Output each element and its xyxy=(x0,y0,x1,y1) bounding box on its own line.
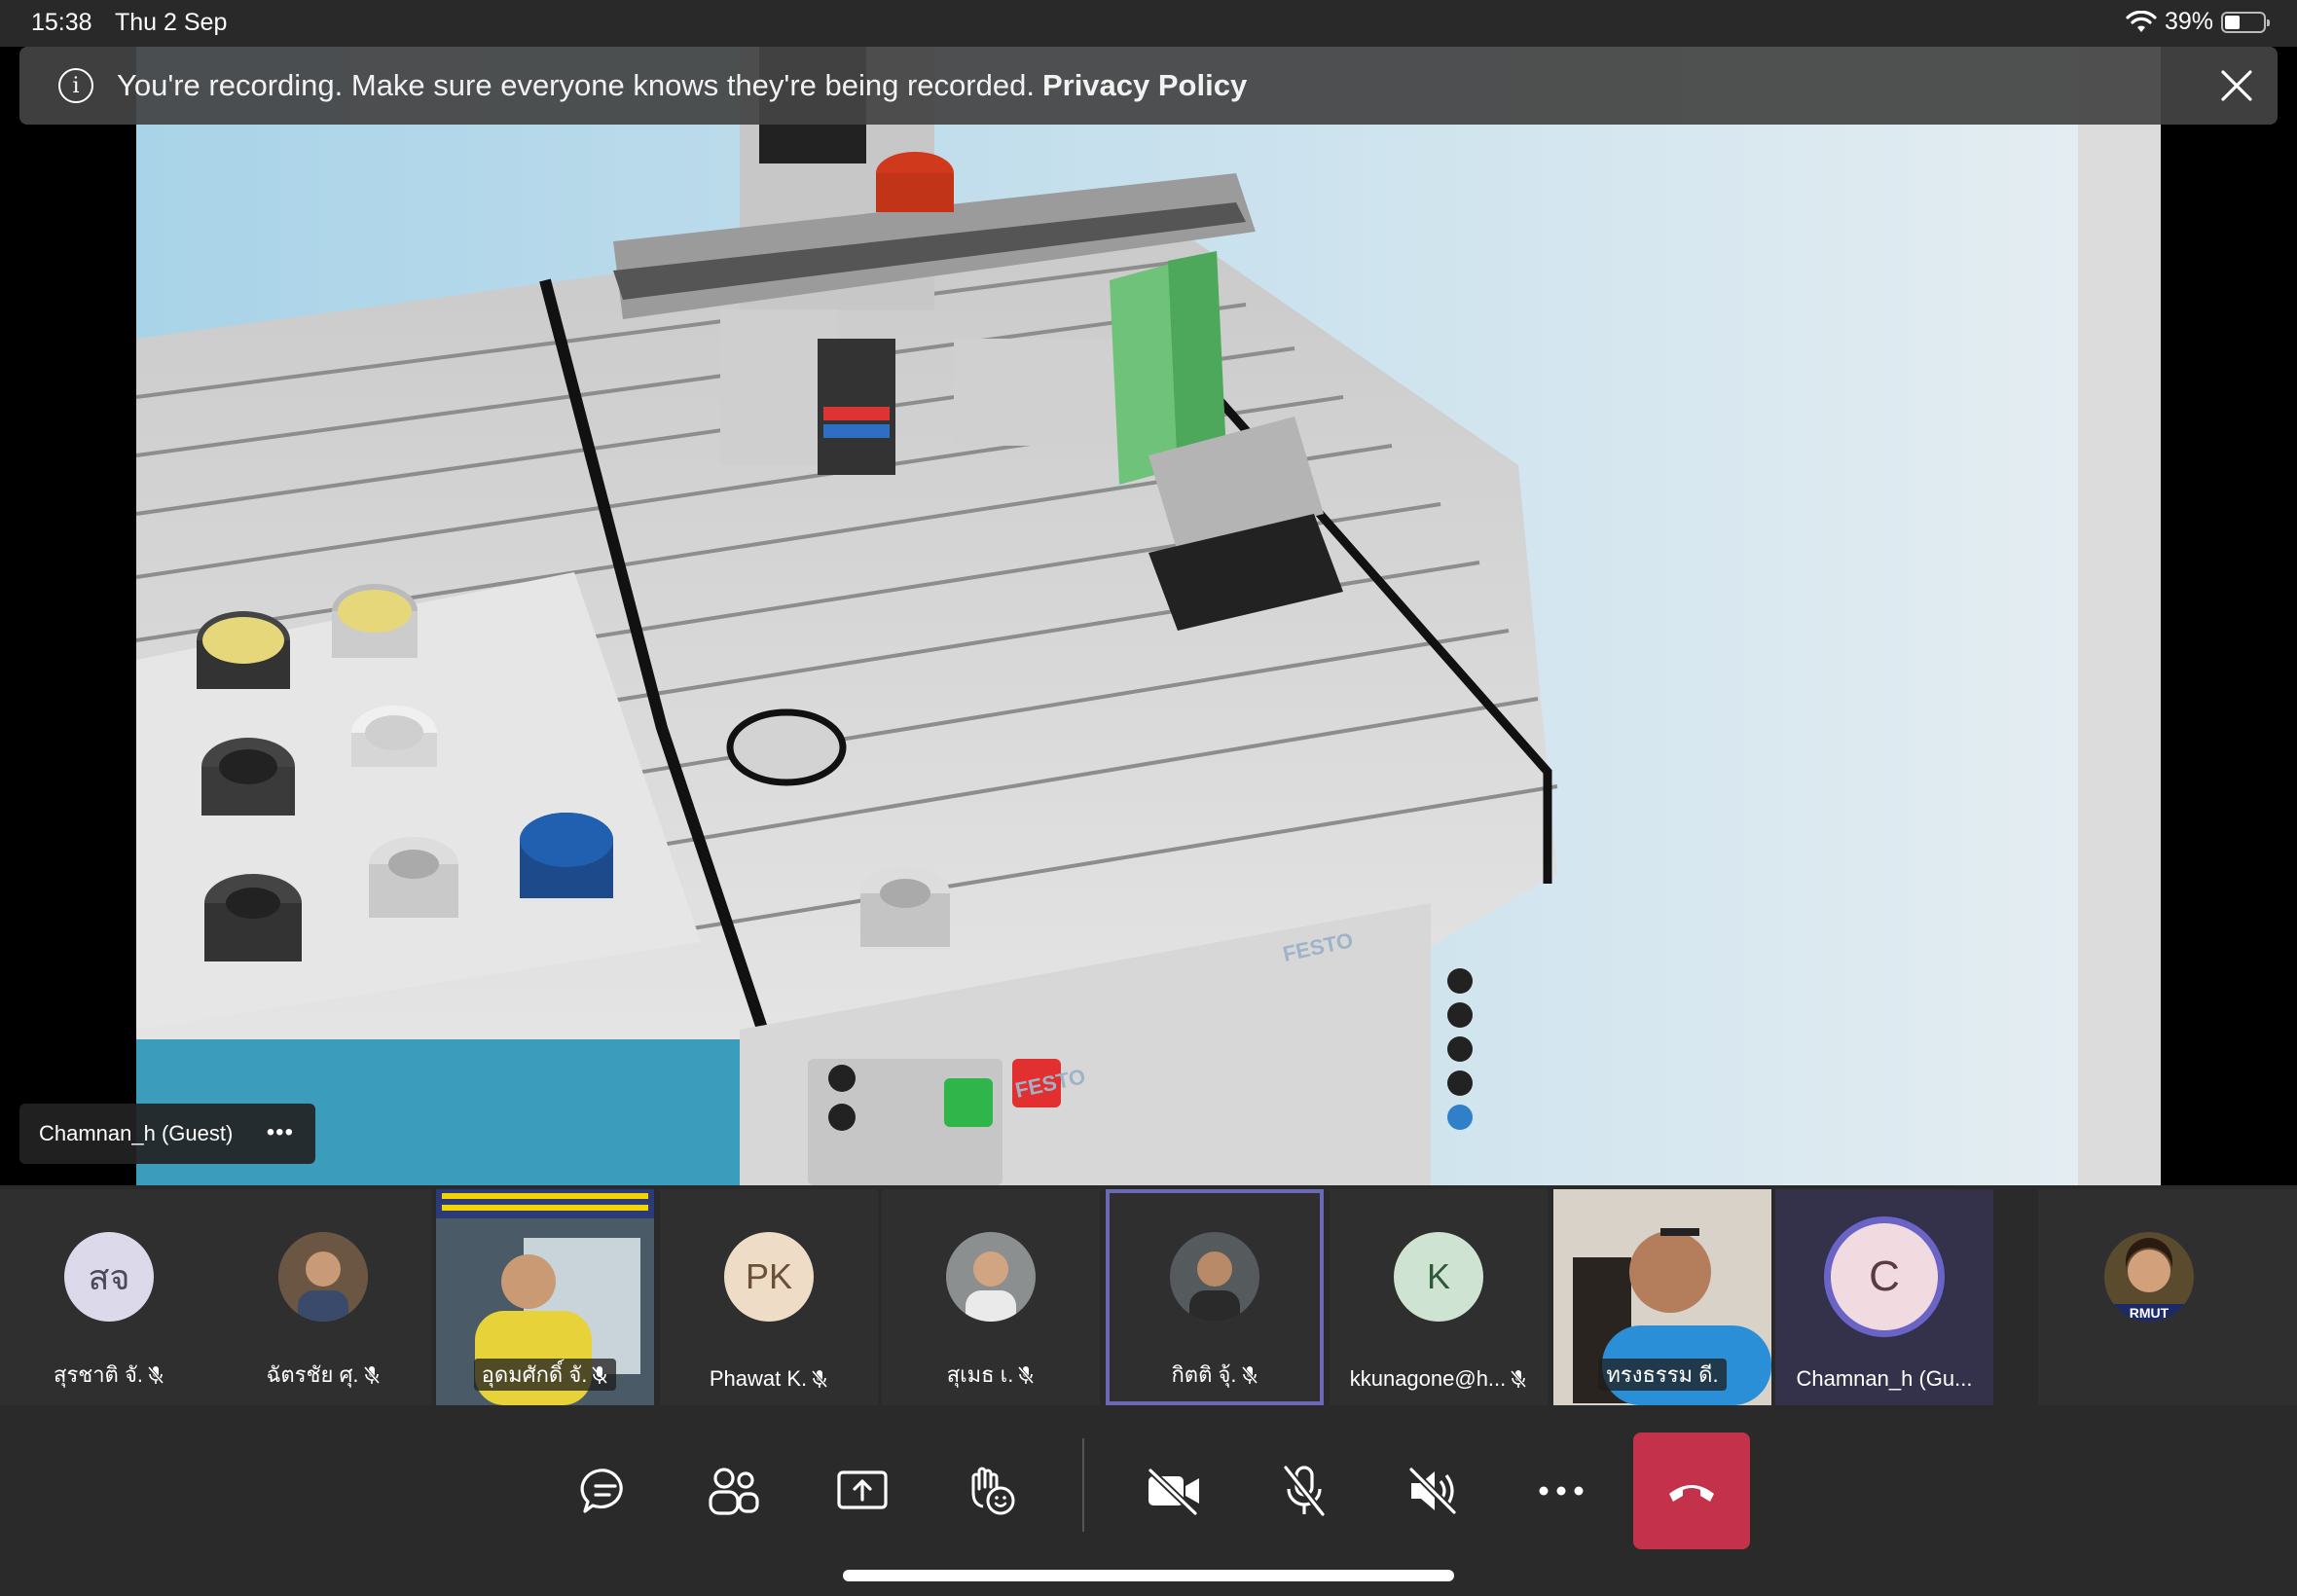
info-icon: i xyxy=(58,68,93,103)
participant-tile[interactable]: สจ สุรชาติ จั. xyxy=(0,1189,218,1405)
shared-screen-video[interactable]: FESTO FESTO xyxy=(136,47,2161,1185)
presenter-label: Chamnan_h (Guest) ••• xyxy=(19,1104,315,1164)
recording-text: You're recording. Make sure everyone kno… xyxy=(117,68,1035,102)
participant-name: อุดมศักดิ์ จั. xyxy=(436,1358,654,1392)
wifi-icon xyxy=(2126,10,2157,32)
participant-video-tile[interactable]: อุดมศักดิ์ จั. xyxy=(436,1189,654,1405)
home-indicator xyxy=(843,1570,1454,1581)
mic-off-icon xyxy=(1018,1366,1035,1384)
toolbar-divider xyxy=(1082,1438,1084,1532)
participant-tile[interactable]: สุเมธ เ. xyxy=(882,1189,1100,1405)
chat-icon xyxy=(580,1469,623,1513)
participant-tile[interactable]: RMUT xyxy=(2038,1189,2297,1405)
share-icon xyxy=(837,1470,888,1509)
shared-screen-stage: FESTO FESTO xyxy=(0,47,2297,1185)
battery-percent: 39% xyxy=(2164,8,2213,35)
mic-off-icon xyxy=(812,1370,828,1388)
rmut-badge: RMUT xyxy=(2130,1305,2169,1321)
status-time: 15:38 xyxy=(31,9,92,36)
battery-fill xyxy=(2225,15,2240,29)
participant-strip: สจ สุรชาติ จั. ฉัตรชัย ศุ. อุดมศักดิ์ จั… xyxy=(0,1185,2297,1409)
participant-photo: RMUT xyxy=(2104,1232,2194,1322)
participant-photo xyxy=(946,1232,1036,1322)
hang-up-icon xyxy=(1669,1485,1714,1502)
privacy-policy-link[interactable]: Privacy Policy xyxy=(1042,68,1247,102)
mic-off-icon xyxy=(1241,1366,1258,1384)
status-bar: 15:38 Thu 2 Sep 39% xyxy=(0,0,2297,47)
share-button[interactable] xyxy=(804,1433,921,1549)
camera-toggle-button[interactable] xyxy=(1115,1433,1232,1549)
raise-hand-icon xyxy=(971,1467,1015,1515)
participant-avatar: K xyxy=(1394,1232,1483,1322)
participant-avatar: สจ xyxy=(64,1232,154,1322)
reactions-button[interactable] xyxy=(932,1433,1049,1549)
presenter-more-button[interactable]: ••• xyxy=(267,1119,294,1146)
hang-up-button[interactable] xyxy=(1633,1433,1750,1549)
mic-toggle-button[interactable] xyxy=(1246,1433,1363,1549)
participant-tile-active[interactable]: กิตติ จุ้. xyxy=(1106,1189,1324,1405)
call-toolbar xyxy=(0,1409,2297,1596)
festo-simulation-view: FESTO FESTO xyxy=(136,47,2161,1185)
participant-name: Phawat K. xyxy=(660,1366,878,1392)
participant-photo xyxy=(1170,1232,1259,1322)
participant-tile-guest[interactable]: C Chamnan_h (Gu... xyxy=(1775,1189,1993,1405)
mic-off-icon xyxy=(592,1366,607,1384)
speaker-toggle-button[interactable] xyxy=(1374,1433,1491,1549)
status-right: 39% xyxy=(2126,8,2270,36)
participants-button[interactable] xyxy=(675,1433,792,1549)
participant-photo xyxy=(278,1232,368,1322)
participant-name: Chamnan_h (Gu... xyxy=(1796,1366,1973,1391)
banner-close-button[interactable] xyxy=(2211,60,2262,111)
mic-off-icon xyxy=(363,1366,380,1384)
participants-icon xyxy=(709,1468,759,1515)
speaker-off-icon xyxy=(1408,1467,1457,1515)
mic-off-icon xyxy=(1283,1465,1326,1517)
participant-name: kkunagone@h... xyxy=(1330,1366,1548,1392)
participant-name: ฉัตรชัย ศุ. xyxy=(214,1358,432,1392)
battery-icon xyxy=(2221,11,2270,33)
mic-off-icon xyxy=(147,1366,164,1384)
status-date: Thu 2 Sep xyxy=(115,9,228,36)
participant-avatar: PK xyxy=(724,1232,814,1322)
recording-message: You're recording. Make sure everyone kno… xyxy=(117,68,1247,103)
recording-banner: i You're recording. Make sure everyone k… xyxy=(19,47,2278,125)
close-icon xyxy=(2221,70,2252,101)
participant-tile[interactable]: PK Phawat K. xyxy=(660,1189,878,1405)
participant-video-tile[interactable]: ทรงธรรม ดี. xyxy=(1553,1189,1771,1405)
participant-tile[interactable]: K kkunagone@h... xyxy=(1330,1189,1548,1405)
participant-tile[interactable]: ฉัตรชัย ศุ. xyxy=(214,1189,432,1405)
camera-off-icon xyxy=(1148,1468,1199,1515)
participant-avatar: C xyxy=(1824,1216,1945,1337)
mic-off-icon xyxy=(1511,1370,1527,1388)
participant-name: สุเมธ เ. xyxy=(882,1358,1100,1392)
more-options-button[interactable] xyxy=(1503,1433,1620,1549)
presenter-name: Chamnan_h (Guest) xyxy=(39,1121,234,1145)
participant-name: สุรชาติ จั. xyxy=(0,1358,218,1392)
chat-button[interactable] xyxy=(547,1433,664,1549)
participant-name: ทรงธรรม ดี. xyxy=(1553,1358,1771,1392)
more-icon xyxy=(1539,1486,1584,1496)
participant-name: กิตติ จุ้. xyxy=(1106,1358,1324,1392)
